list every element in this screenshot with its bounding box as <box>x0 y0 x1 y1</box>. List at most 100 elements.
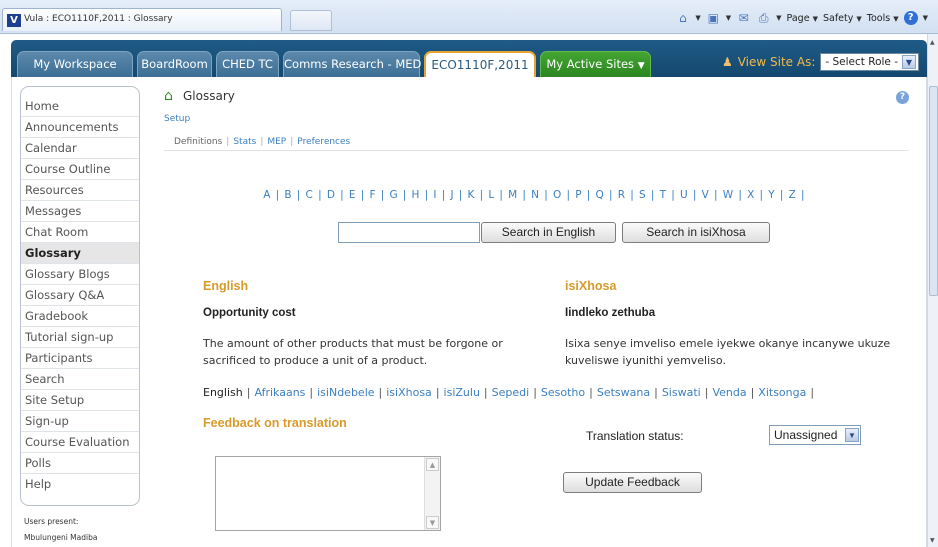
search-input[interactable] <box>338 222 480 243</box>
role-select[interactable]: - Select Role - ▼ <box>820 53 919 71</box>
letter-link[interactable]: J <box>450 189 453 201</box>
letter-link[interactable]: P <box>575 189 582 201</box>
search-english-button[interactable]: Search in English <box>481 222 616 243</box>
letter-link[interactable]: I <box>433 189 436 201</box>
letter-link[interactable]: W <box>723 189 734 201</box>
letter-link[interactable]: S <box>639 189 646 201</box>
language-link[interactable]: Sesotho <box>541 386 585 399</box>
chevron-down-icon[interactable]: ▼ <box>726 14 731 22</box>
tab-comms-research[interactable]: Comms Research - MED <box>283 51 421 77</box>
language-link[interactable]: Xitsonga <box>758 386 806 399</box>
scroll-down-icon[interactable]: ▼ <box>930 537 935 544</box>
letter-link[interactable]: F <box>369 189 375 201</box>
update-feedback-button[interactable]: Update Feedback <box>563 472 702 493</box>
letter-link[interactable]: T <box>660 189 667 201</box>
letter-link[interactable]: V <box>702 189 709 201</box>
menu-item-glossary-blogs[interactable]: Glossary Blogs <box>21 264 139 285</box>
language-link[interactable]: Siswati <box>662 386 701 399</box>
tab-boardroom[interactable]: BoardRoom <box>137 51 212 77</box>
tab-my-active-sites[interactable]: My Active Sites ▼ <box>540 51 651 77</box>
mail-icon[interactable]: ✉ <box>736 11 751 25</box>
new-tab-button[interactable] <box>290 10 332 31</box>
letter-link[interactable]: Y <box>768 189 775 201</box>
scroll-up-icon[interactable]: ▲ <box>426 458 439 471</box>
page-scrollbar[interactable]: ▲ ▼ <box>927 34 938 547</box>
scroll-down-icon[interactable]: ▼ <box>426 516 439 529</box>
feedback-textarea[interactable]: ▲ ▼ <box>215 456 441 531</box>
menu-item-resources[interactable]: Resources <box>21 180 139 201</box>
home-icon[interactable]: ⌂ <box>675 11 690 25</box>
chevron-down-icon: ▼ <box>637 61 645 71</box>
menu-item-glossary-qa[interactable]: Glossary Q&A <box>21 285 139 306</box>
menu-item-course-outline[interactable]: Course Outline <box>21 159 139 180</box>
subnav-mep[interactable]: MEP <box>267 137 286 147</box>
menu-item-calendar[interactable]: Calendar <box>21 138 139 159</box>
help-icon[interactable]: ? <box>896 91 909 104</box>
menu-item-participants[interactable]: Participants <box>21 348 139 369</box>
menu-item-home[interactable]: Home <box>21 96 139 117</box>
setup-link[interactable]: Setup <box>164 114 190 124</box>
menu-item-chat-room[interactable]: Chat Room <box>21 222 139 243</box>
letter-link[interactable]: B <box>284 189 291 201</box>
menu-item-site-setup[interactable]: Site Setup <box>21 390 139 411</box>
tab-ched-tc[interactable]: CHED TC <box>216 51 279 77</box>
letter-link[interactable]: U <box>680 189 688 201</box>
tools-menu[interactable]: Tools ▼ <box>867 13 899 24</box>
feeds-icon[interactable]: ▣ <box>706 11 721 25</box>
letter-link[interactable]: H <box>412 189 420 201</box>
letter-link[interactable]: A <box>263 189 270 201</box>
menu-item-glossary[interactable]: Glossary <box>21 243 139 264</box>
letter-link[interactable]: Q <box>596 189 604 201</box>
browser-tab[interactable]: V Vula : ECO1110F,2011 : Glossary <box>2 8 282 31</box>
letter-link[interactable]: X <box>747 189 754 201</box>
language-link[interactable]: Sepedi <box>492 386 530 399</box>
scroll-up-icon[interactable]: ▲ <box>930 39 937 46</box>
feedback-heading: Feedback on translation <box>203 416 347 430</box>
menu-item-tutorial-signup[interactable]: Tutorial sign-up <box>21 327 139 348</box>
subnav-definitions[interactable]: Definitions <box>174 137 222 147</box>
language-link[interactable]: Setswana <box>597 386 650 399</box>
menu-item-course-evaluation[interactable]: Course Evaluation <box>21 432 139 453</box>
language-link[interactable]: isiXhosa <box>386 386 432 399</box>
safety-menu[interactable]: Safety ▼ <box>823 13 862 24</box>
language-link[interactable]: Afrikaans <box>254 386 305 399</box>
letter-link[interactable]: Z <box>789 189 796 201</box>
chevron-down-icon[interactable]: ▼ <box>695 14 700 22</box>
letter-link[interactable]: E <box>349 189 356 201</box>
help-icon[interactable]: ? <box>903 11 918 25</box>
separator: | <box>759 189 764 201</box>
letter-link[interactable]: K <box>468 189 475 201</box>
tab-my-workspace[interactable]: My Workspace <box>17 51 133 77</box>
scrollbar-thumb[interactable] <box>929 86 938 296</box>
print-icon[interactable]: ⎙ <box>756 11 771 25</box>
letter-link[interactable]: R <box>618 189 626 201</box>
letter-link[interactable]: C <box>306 189 314 201</box>
view-site-as-label: View Site As: <box>737 55 816 69</box>
letter-link[interactable]: N <box>531 189 539 201</box>
menu-item-sign-up[interactable]: Sign-up <box>21 411 139 432</box>
chevron-down-icon[interactable]: ▼ <box>776 14 781 22</box>
letter-link[interactable]: L <box>488 189 494 201</box>
chevron-down-icon[interactable]: ▼ <box>923 14 928 22</box>
subnav-stats[interactable]: Stats <box>233 137 256 147</box>
home-icon: ⌂ <box>164 88 173 104</box>
menu-item-messages[interactable]: Messages <box>21 201 139 222</box>
language-link[interactable]: isiZulu <box>444 386 480 399</box>
menu-item-gradebook[interactable]: Gradebook <box>21 306 139 327</box>
translation-status-select[interactable]: Unassigned ▼ <box>769 425 861 445</box>
tab-eco1110f-current[interactable]: ECO1110F,2011 <box>424 51 536 77</box>
language-link[interactable]: Venda <box>712 386 746 399</box>
menu-item-polls[interactable]: Polls <box>21 453 139 474</box>
search-isixhosa-button[interactable]: Search in isiXhosa <box>622 222 770 243</box>
letter-link[interactable]: G <box>389 189 397 201</box>
textarea-scrollbar[interactable]: ▲ ▼ <box>424 457 440 530</box>
letter-link[interactable]: D <box>327 189 335 201</box>
menu-item-announcements[interactable]: Announcements <box>21 117 139 138</box>
menu-item-search[interactable]: Search <box>21 369 139 390</box>
letter-link[interactable]: M <box>508 189 517 201</box>
page-menu[interactable]: Page ▼ <box>787 13 818 24</box>
letter-link[interactable]: O <box>553 189 561 201</box>
menu-item-help[interactable]: Help <box>21 474 139 495</box>
subnav-preferences[interactable]: Preferences <box>297 137 350 147</box>
language-link[interactable]: isiNdebele <box>317 386 374 399</box>
